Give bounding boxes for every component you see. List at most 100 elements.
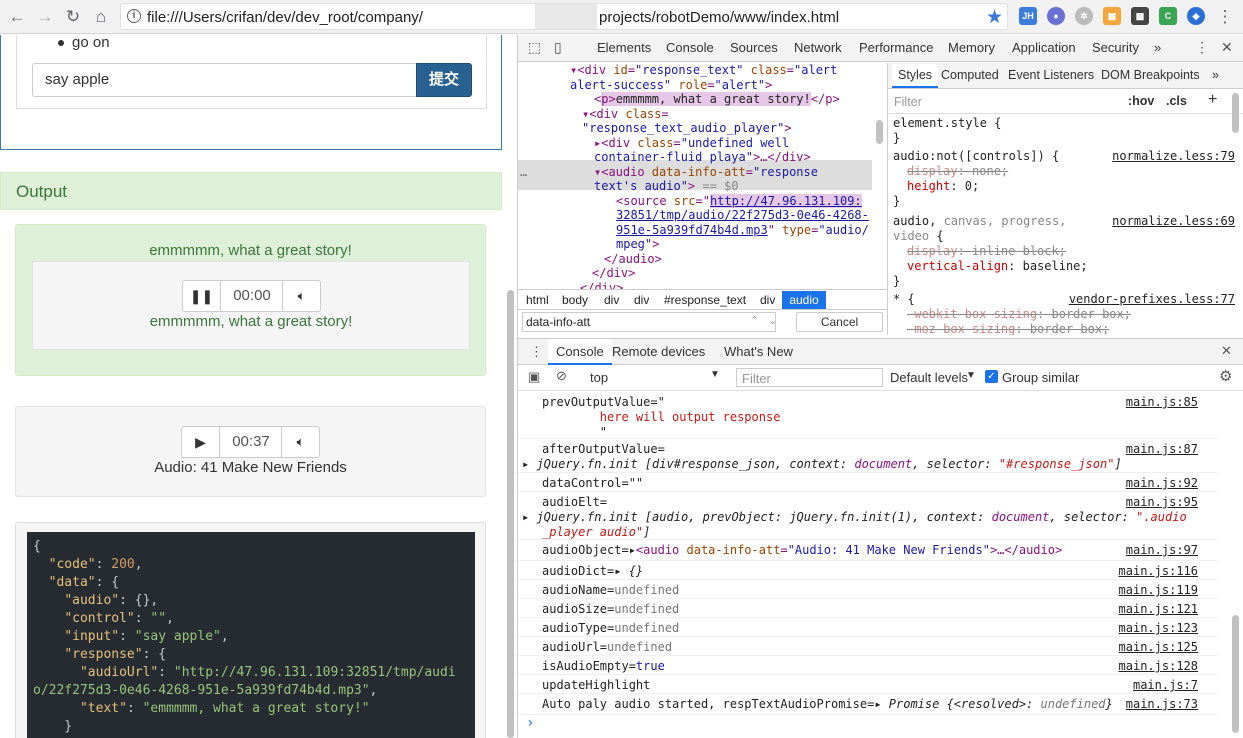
volume-icon[interactable]: 🔈︎ [282, 281, 320, 311]
console-message-text[interactable]: audioDict=▸ {} [542, 564, 643, 579]
style-property[interactable]: -webkit-box-sizing: border-box; [907, 307, 1131, 322]
style-source-link[interactable]: vendor-prefixes.less:77 [1069, 292, 1235, 307]
console-source-link[interactable]: main.js:116 [1119, 564, 1198, 579]
close-drawer-icon[interactable]: ✕ [1221, 343, 1232, 359]
breadcrumb-item[interactable]: div [760, 293, 775, 307]
volume-icon[interactable]: 🔈︎ [281, 427, 319, 457]
style-property[interactable]: display: inline-block; [907, 244, 1066, 259]
tree-node[interactable]: ▸<div class="undefined well [594, 136, 789, 151]
tree-node[interactable]: <source src="http://47.96.131.109: [616, 193, 862, 209]
context-select[interactable]: top [590, 370, 608, 385]
console-source-link[interactable]: main.js:95 [1126, 495, 1198, 510]
style-property[interactable]: -moz-box-sizing: border-box; [907, 322, 1109, 335]
console-source-link[interactable]: main.js:125 [1119, 640, 1198, 655]
console-sidebar-icon[interactable]: ▣ [528, 369, 540, 385]
console-source-link[interactable]: main.js:123 [1119, 621, 1198, 636]
hover-state-toggle[interactable]: :hov [1128, 94, 1154, 108]
device-toolbar-icon[interactable]: ▯ [554, 39, 562, 56]
class-toggle[interactable]: .cls [1166, 94, 1187, 108]
style-source-link[interactable]: normalize.less:69 [1112, 214, 1235, 229]
console-source-link[interactable]: main.js:97 [1126, 543, 1198, 558]
console-prompt-icon[interactable]: › [526, 716, 534, 731]
extension-globe-icon[interactable]: ● [1047, 7, 1065, 25]
tab-sources[interactable]: Sources [730, 40, 778, 55]
style-source-link[interactable]: normalize.less:79 [1112, 149, 1235, 164]
back-icon[interactable]: ← [6, 6, 28, 28]
play-icon[interactable]: ▶ [182, 427, 220, 457]
devtools-menu-icon[interactable]: ⋮ [1195, 39, 1209, 56]
reload-icon[interactable]: ↻ [62, 6, 84, 28]
breadcrumb-item[interactable]: body [562, 293, 588, 307]
tab-memory[interactable]: Memory [948, 40, 995, 55]
tree-node[interactable]: <p>emmmmm, what a great story!</p> [594, 92, 840, 107]
breadcrumb-item[interactable]: div [634, 293, 649, 307]
drawer-tab-console[interactable]: Console [548, 339, 612, 365]
console-message-text[interactable]: Auto paly audio started, respTextAudioPr… [542, 697, 1113, 712]
page-scrollbar[interactable] [507, 290, 514, 738]
breadcrumb-item[interactable]: #response_text [664, 293, 746, 307]
pause-icon[interactable]: ❚❚ [183, 281, 221, 311]
drawer-tab-remote-devices[interactable]: Remote devices [612, 344, 705, 359]
log-levels-select[interactable]: Default levels [890, 370, 968, 385]
console-source-link[interactable]: main.js:7 [1133, 678, 1198, 693]
tab-computed[interactable]: Computed [941, 68, 999, 82]
style-property[interactable]: vertical-align: baseline; [907, 259, 1088, 274]
console-message-text[interactable]: audioObject=▸<audio data-info-att="Audio… [542, 543, 1062, 558]
address-bar[interactable]: i file:///Users/crifan/dev/dev_root/comp… [120, 3, 1008, 30]
search-cancel-button[interactable]: Cancel [796, 312, 883, 332]
console-source-link[interactable]: main.js:92 [1126, 476, 1198, 491]
tree-node[interactable]: ▾<div id="response_text" class="alert [570, 63, 837, 78]
extension-cors-icon[interactable]: C [1159, 7, 1177, 25]
console-scrollbar[interactable] [1232, 615, 1239, 733]
tab-console[interactable]: Console [666, 40, 714, 55]
styles-filter-input[interactable]: Filter [894, 95, 922, 109]
tab-security[interactable]: Security [1092, 40, 1139, 55]
submit-button[interactable]: 提交 [416, 63, 472, 97]
console-source-link[interactable]: main.js:85 [1126, 395, 1198, 410]
bookmark-star-icon[interactable]: ★ [986, 6, 1003, 29]
elements-search-input[interactable]: data-info-att [522, 312, 776, 332]
tree-node-audio[interactable]: ▾<audio data-info-att="response [594, 165, 818, 180]
elements-scrollbar[interactable] [876, 120, 883, 144]
extension-gear-icon[interactable]: ✲ [1075, 7, 1093, 25]
console-source-link[interactable]: main.js:128 [1119, 659, 1198, 674]
console-source-link[interactable]: main.js:87 [1126, 442, 1198, 457]
close-devtools-icon[interactable]: ✕ [1221, 39, 1233, 56]
add-rule-icon[interactable]: + [1208, 91, 1217, 109]
console-message-text[interactable]: audioElt= ▸ jQuery.fn.init [audio, prevO… [522, 495, 1187, 540]
tab-application[interactable]: Application [1012, 40, 1076, 55]
extension-orange-icon[interactable]: ▦ [1103, 7, 1121, 25]
tab-network[interactable]: Network [794, 40, 842, 55]
tab-dom-breakpoints[interactable]: DOM Breakpoints [1101, 68, 1200, 82]
search-down-icon[interactable]: ⌄ [768, 314, 777, 327]
console-source-link[interactable]: main.js:119 [1119, 583, 1198, 598]
clear-console-icon[interactable]: ⊘ [556, 368, 567, 384]
style-property[interactable]: height: 0; [907, 179, 979, 194]
tab-event-listeners[interactable]: Event Listeners [1008, 68, 1094, 82]
console-source-link[interactable]: main.js:73 [1126, 697, 1198, 712]
tab-performance[interactable]: Performance [859, 40, 933, 55]
more-tabs-icon[interactable]: » [1212, 68, 1219, 82]
forward-icon[interactable]: → [34, 6, 56, 28]
drawer-menu-icon[interactable]: ⋮ [530, 344, 543, 360]
console-source-link[interactable]: main.js:121 [1119, 602, 1198, 617]
tab-elements[interactable]: Elements [597, 40, 651, 55]
ellipsis-icon[interactable]: … [520, 165, 527, 180]
group-similar-checkbox[interactable]: ✓ [985, 370, 998, 383]
extension-qrcode-icon[interactable]: ▩ [1131, 7, 1149, 25]
info-icon[interactable]: i [127, 9, 141, 23]
styles-scrollbar[interactable] [1232, 93, 1239, 133]
context-dropdown-icon[interactable]: ▼ [710, 369, 720, 380]
extension-jh-icon[interactable]: JH [1019, 7, 1037, 25]
breadcrumb-item[interactable]: html [526, 293, 549, 307]
home-icon[interactable]: ⌂ [90, 6, 112, 28]
drawer-tab-whats-new[interactable]: What's New [724, 344, 793, 359]
tree-node[interactable]: ▾<div class= [582, 107, 669, 122]
menu-kebab-icon[interactable]: ⋮ [1214, 6, 1236, 28]
inspect-element-icon[interactable]: ⬚ [528, 39, 541, 56]
style-property[interactable]: display: none; [907, 164, 1008, 179]
console-filter-input[interactable]: Filter [736, 368, 883, 387]
tab-styles[interactable]: Styles [892, 64, 939, 88]
extension-blue-icon[interactable]: ◆ [1187, 7, 1205, 25]
levels-dropdown-icon[interactable]: ▼ [966, 370, 976, 381]
